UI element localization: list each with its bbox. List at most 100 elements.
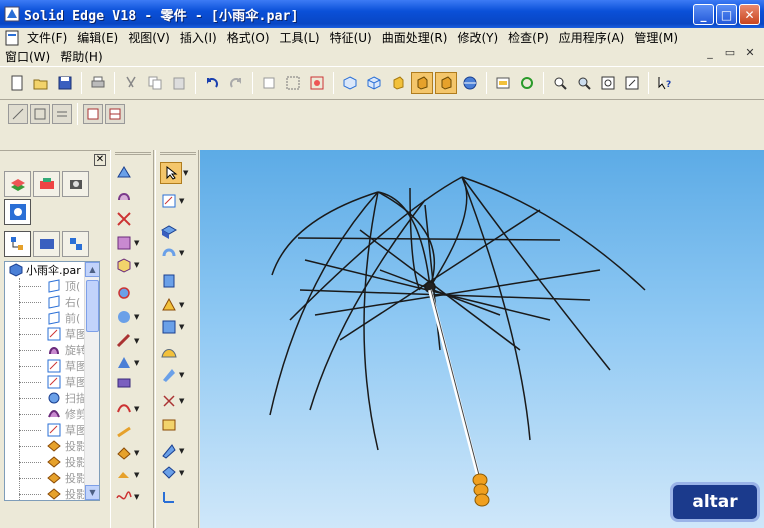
bluesurf-icon[interactable]: ▼ [160, 294, 196, 316]
sketch-close-icon[interactable] [30, 104, 50, 124]
library-tab-icon[interactable] [33, 231, 60, 257]
visible-edges-icon[interactable] [435, 72, 457, 94]
menu-edit[interactable]: 编辑(E) [72, 29, 123, 46]
doc-minimize-button[interactable]: _ [702, 46, 718, 60]
whats-this-help-icon[interactable]: ? [654, 72, 676, 94]
maximize-button[interactable]: □ [716, 4, 737, 25]
shaded-icon[interactable] [387, 72, 409, 94]
sphere-render-icon[interactable] [459, 72, 481, 94]
scroll-thumb[interactable] [86, 280, 99, 332]
sketch-icon [47, 375, 61, 389]
3d-viewport[interactable] [200, 150, 764, 528]
sketch-icon[interactable]: ▼ [160, 190, 196, 212]
loft-icon[interactable] [115, 282, 151, 304]
menu-help[interactable]: 帮助(H) [55, 48, 107, 65]
edgebar-close-button[interactable]: ✕ [94, 154, 106, 166]
select-tool-button[interactable]: ▼ [160, 162, 196, 184]
undo-icon[interactable] [201, 72, 223, 94]
protrusion-icon[interactable] [115, 162, 151, 184]
revolve-protrusion-icon[interactable] [115, 186, 151, 208]
view-iso-icon[interactable] [339, 72, 361, 94]
dome-icon[interactable] [160, 342, 196, 364]
minimize-button[interactable]: _ [693, 4, 714, 25]
menu-file[interactable]: 文件(F) [22, 29, 72, 46]
camera-tab-icon[interactable] [62, 171, 89, 197]
tree-scrollbar[interactable]: ▲ ▼ [84, 262, 99, 500]
extend-icon[interactable] [160, 414, 196, 436]
pattern-icon[interactable] [115, 420, 151, 442]
thin-wall-icon[interactable]: ▼ [115, 254, 151, 276]
mirror-icon[interactable]: ▼ [115, 442, 151, 464]
section-view-icon[interactable] [492, 72, 514, 94]
thread-icon[interactable]: ▼ [115, 398, 151, 420]
shaded-edges-icon[interactable] [411, 72, 433, 94]
cutout-icon[interactable] [115, 208, 151, 230]
doc-close-button[interactable]: ✕ [742, 46, 758, 60]
offset-surface-icon[interactable]: ▼ [160, 316, 196, 338]
scroll-up-button[interactable]: ▲ [85, 262, 99, 277]
sketch-edit-icon[interactable] [8, 104, 28, 124]
layers-tab-icon[interactable] [4, 171, 31, 197]
sketch-tool-icon[interactable] [258, 72, 280, 94]
scroll-down-button[interactable]: ▼ [85, 485, 99, 500]
round-icon[interactable]: ▼ [115, 330, 151, 352]
layout2-icon[interactable] [105, 104, 125, 124]
open-icon[interactable] [30, 72, 52, 94]
select-tool-icon[interactable] [282, 72, 304, 94]
project-icon [47, 440, 61, 452]
layout-icon[interactable] [83, 104, 103, 124]
part-copy-icon[interactable]: ▼ [115, 464, 151, 486]
family-tab-icon[interactable] [33, 171, 60, 197]
zoom-window-icon[interactable] [549, 72, 571, 94]
trim-icon [48, 410, 60, 418]
feature-tree[interactable]: 小雨伞.par 顶(右(前(草图 旋转 草图 草图 扫描 修剪 草图 投影 投影 投影 投影 ▲ ▼ [4, 261, 100, 501]
fit-icon[interactable] [597, 72, 619, 94]
sweep-tool-icon[interactable]: ▼ [115, 306, 151, 328]
menu-inspect[interactable]: 检查(P) [503, 29, 554, 46]
umbrella-model[interactable] [200, 150, 764, 528]
close-button[interactable]: ✕ [739, 4, 760, 25]
menu-bar: 文件(F) 编辑(E) 视图(V) 插入(I) 格式(O) 工具(L) 特征(U… [0, 28, 764, 66]
pan-icon[interactable] [621, 72, 643, 94]
cut-icon[interactable] [120, 72, 142, 94]
menu-features[interactable]: 特征(U) [325, 29, 377, 46]
menu-surfacing[interactable]: 曲面处理(R) [377, 29, 453, 46]
spin-protrusion-icon[interactable]: ▼ [160, 242, 196, 264]
menu-applications[interactable]: 应用程序(A) [554, 29, 630, 46]
save-icon[interactable] [54, 72, 76, 94]
stitch-icon[interactable]: ▼ [160, 462, 196, 484]
hole-icon[interactable]: ▼ [115, 232, 151, 254]
move-tool-icon[interactable] [516, 72, 538, 94]
swept-surface-icon[interactable]: ▼ [160, 364, 196, 386]
menu-modify[interactable]: 修改(Y) [452, 29, 503, 46]
zoom-icon[interactable] [573, 72, 595, 94]
menu-insert[interactable]: 插入(I) [175, 29, 222, 46]
menu-view[interactable]: 视图(V) [123, 29, 175, 46]
feature-pathfinder-tab-icon[interactable] [4, 231, 31, 257]
redo-icon[interactable] [225, 72, 247, 94]
document-icon[interactable] [4, 30, 20, 46]
settings-tab-icon[interactable] [4, 199, 31, 225]
draft-icon[interactable]: ▼ [115, 352, 151, 374]
sketch-grid-icon[interactable] [52, 104, 72, 124]
menu-manage[interactable]: 管理(M) [629, 29, 683, 46]
rib-icon[interactable] [115, 372, 151, 394]
paste-icon[interactable] [168, 72, 190, 94]
plane-tool-icon[interactable] [160, 220, 196, 242]
menu-window[interactable]: 窗口(W) [0, 48, 55, 65]
menu-tools[interactable]: 工具(L) [275, 29, 325, 46]
doc-restore-button[interactable]: ▭ [722, 46, 738, 60]
new-icon[interactable] [6, 72, 28, 94]
print-icon[interactable] [87, 72, 109, 94]
copy-icon[interactable] [144, 72, 166, 94]
extrude-surface-icon[interactable] [160, 270, 196, 292]
assembly-tab-icon[interactable] [62, 231, 89, 257]
title-bar[interactable]: Solid Edge V18 - 零件 - [小雨伞.par] _ □ ✕ [0, 0, 764, 28]
menu-format[interactable]: 格式(O) [222, 29, 275, 46]
trim-tool-icon[interactable]: ▼ [160, 390, 196, 412]
zoom-area-icon[interactable] [306, 72, 328, 94]
curve-icon[interactable]: ▼ [115, 486, 151, 508]
coordinate-system-icon[interactable] [160, 486, 196, 508]
split-icon[interactable]: ▼ [160, 440, 196, 462]
view-dimetric-icon[interactable] [363, 72, 385, 94]
